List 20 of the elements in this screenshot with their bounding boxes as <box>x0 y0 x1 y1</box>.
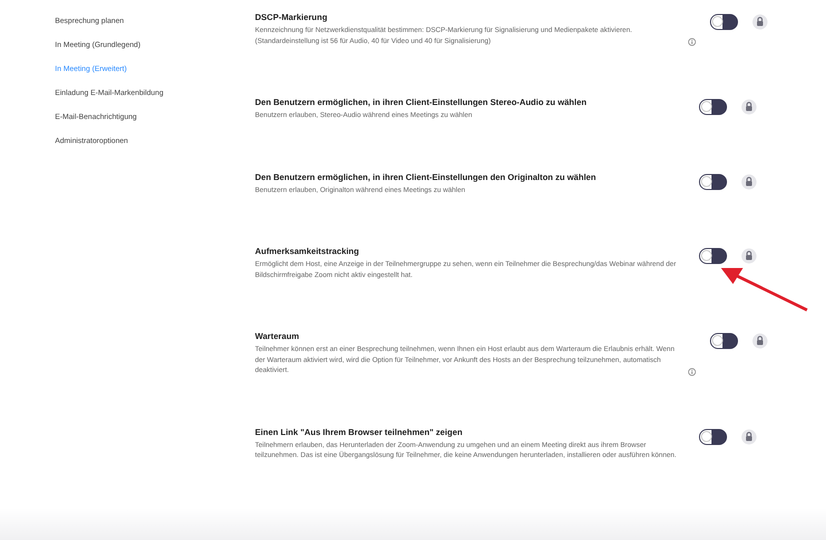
setting-title: Den Benutzern ermöglichen, in ihren Client-Einstellungen den Originalton zu wählen <box>255 172 597 183</box>
setting-title: Den Benutzern ermöglichen, in ihren Client-Einstellungen Stereo-Audio zu wählen <box>255 97 588 108</box>
toggle-switch[interactable] <box>699 174 727 190</box>
setting-title: Einen Link "Aus Ihrem Browser teilnehmen" zeigen <box>255 426 464 438</box>
lock-icon[interactable] <box>741 174 757 190</box>
toggle-switch[interactable] <box>699 428 727 445</box>
lock-icon[interactable] <box>741 99 757 116</box>
setting-title: Warteraum <box>255 331 300 342</box>
lock-icon[interactable] <box>752 333 768 350</box>
toggle-switch[interactable] <box>710 14 738 30</box>
toggle-switch[interactable] <box>699 248 727 264</box>
lock-icon[interactable] <box>741 248 757 264</box>
lock-icon[interactable] <box>752 14 768 30</box>
info-icon[interactable] <box>688 368 696 376</box>
toggle-switch[interactable] <box>699 99 727 116</box>
lock-icon[interactable] <box>741 428 757 445</box>
setting-title: Aufmerksamkeitstracking <box>255 246 360 258</box>
toggle-switch[interactable] <box>710 333 738 350</box>
info-icon[interactable] <box>688 38 696 46</box>
setting-title: DSCP-Markierung <box>255 12 328 24</box>
